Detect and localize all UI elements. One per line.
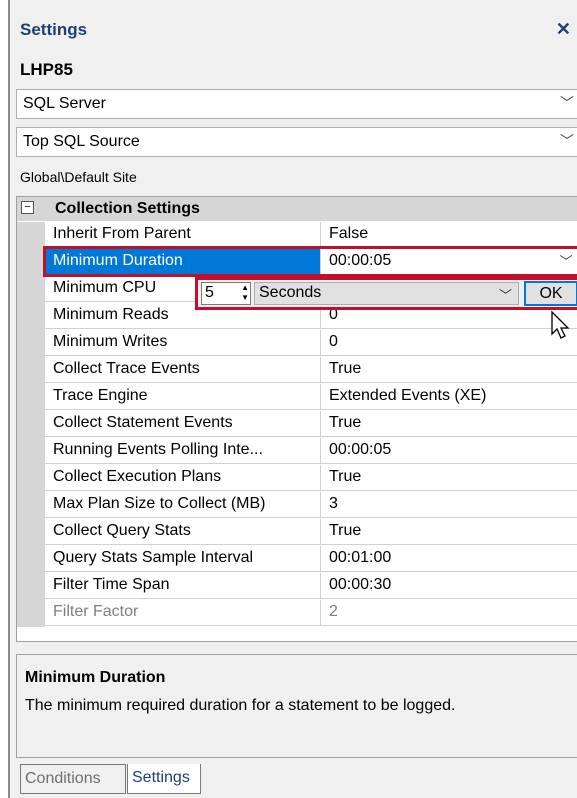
property-value[interactable]: True	[321, 411, 577, 437]
panel-titlebar: Settings ✕	[10, 14, 577, 48]
server-type-value: SQL Server	[23, 95, 106, 112]
site-path: Global\Default Site	[20, 169, 137, 185]
property-value[interactable]: Extended Events (XE)	[321, 384, 577, 410]
chevron-down-icon[interactable]: ﹀	[556, 252, 576, 272]
property-row[interactable]: Collect Statement Events True	[17, 411, 577, 438]
description-panel: Minimum Duration The minimum required du…	[16, 654, 577, 758]
row-gutter	[17, 276, 45, 303]
category-label: Collection Settings	[55, 200, 200, 217]
property-row[interactable]: Collect Execution Plans True	[17, 465, 577, 492]
property-name: Running Events Polling Inte...	[45, 438, 321, 464]
row-gutter	[17, 546, 45, 573]
property-row[interactable]: Collect Trace Events True	[17, 357, 577, 384]
chevron-down-icon[interactable]: ﹀	[560, 93, 574, 113]
ok-button[interactable]: OK	[524, 281, 577, 306]
property-name: Collect Trace Events	[45, 357, 321, 383]
mouse-pointer-icon	[551, 310, 570, 339]
property-row[interactable]: Collect Query Stats True	[17, 519, 577, 546]
close-icon[interactable]: ✕	[556, 19, 571, 40]
source-dropdown[interactable]: Top SQL Source ﹀	[16, 127, 577, 157]
property-row[interactable]: Query Stats Sample Interval 00:01:00	[17, 546, 577, 573]
row-gutter	[17, 573, 45, 600]
row-gutter	[17, 384, 45, 411]
row-gutter	[17, 438, 45, 465]
duration-editor: 5 ▲ ▼ Seconds ﹀ OK	[195, 277, 577, 310]
row-gutter	[17, 600, 45, 627]
row-gutter	[17, 330, 45, 357]
property-name: Collect Statement Events	[45, 411, 321, 437]
property-name: Collect Execution Plans	[45, 465, 321, 491]
property-value[interactable]: True	[321, 519, 577, 545]
duration-number-stepper[interactable]: 5 ▲ ▼	[201, 282, 251, 305]
tab-conditions[interactable]: Conditions	[20, 764, 126, 794]
property-value[interactable]: 2	[321, 600, 577, 626]
row-gutter	[17, 492, 45, 519]
property-name: Query Stats Sample Interval	[45, 546, 321, 572]
property-row[interactable]: Filter Factor 2	[17, 600, 577, 627]
property-name: Collect Query Stats	[45, 519, 321, 545]
units-value: Seconds	[259, 284, 322, 301]
minimum-duration-highlight	[43, 246, 577, 277]
tab-settings[interactable]: Settings	[127, 764, 201, 794]
row-gutter	[17, 222, 45, 249]
server-name: LHP85	[20, 60, 73, 79]
row-gutter	[17, 303, 45, 330]
property-value[interactable]: True	[321, 465, 577, 491]
property-value[interactable]: 00:00:05	[321, 438, 577, 464]
spin-up-icon[interactable]: ▲	[241, 283, 249, 292]
property-row[interactable]: Running Events Polling Inte... 00:00:05	[17, 438, 577, 465]
settings-panel: Settings ✕ LHP85 SQL Server ﹀ Top SQL So…	[8, 0, 577, 798]
row-gutter	[17, 357, 45, 384]
property-name: Minimum Writes	[45, 330, 321, 356]
description-heading: Minimum Duration	[25, 669, 166, 686]
server-type-dropdown[interactable]: SQL Server ﹀	[16, 89, 577, 119]
spin-down-icon[interactable]: ▼	[241, 293, 249, 302]
property-row[interactable]: Max Plan Size to Collect (MB) 3	[17, 492, 577, 519]
property-value[interactable]: 3	[321, 492, 577, 518]
description-text: The minimum required duration for a stat…	[25, 697, 456, 714]
row-gutter	[17, 411, 45, 438]
property-name: Filter Time Span	[45, 573, 321, 599]
property-row[interactable]: Filter Time Span 00:00:30	[17, 573, 577, 600]
property-value[interactable]: False	[321, 222, 577, 248]
chevron-down-icon[interactable]: ﹀	[560, 131, 574, 151]
panel-title: Settings	[20, 20, 88, 39]
property-name: Max Plan Size to Collect (MB)	[45, 492, 321, 518]
row-gutter	[17, 519, 45, 546]
row-gutter	[17, 465, 45, 492]
property-value[interactable]: True	[321, 357, 577, 383]
property-value[interactable]: 00:01:00	[321, 546, 577, 572]
property-row[interactable]: Trace Engine Extended Events (XE)	[17, 384, 577, 411]
row-gutter	[17, 249, 45, 276]
property-row[interactable]: Minimum Writes 0	[17, 330, 577, 357]
property-value[interactable]: 00:00:30	[321, 573, 577, 599]
stepper-value: 5	[205, 284, 214, 301]
property-name: Inherit From Parent	[45, 222, 321, 248]
chevron-down-icon[interactable]: ﹀	[499, 285, 512, 304]
property-name: Trace Engine	[45, 384, 321, 410]
source-value: Top SQL Source	[23, 133, 140, 150]
duration-units-dropdown[interactable]: Seconds ﹀	[254, 282, 519, 305]
collapse-icon[interactable]: −	[21, 201, 34, 214]
property-row[interactable]: Inherit From Parent False	[17, 222, 577, 249]
property-name: Filter Factor	[45, 600, 321, 626]
property-value[interactable]: 0	[321, 330, 577, 356]
category-header[interactable]: − Collection Settings	[17, 197, 577, 221]
